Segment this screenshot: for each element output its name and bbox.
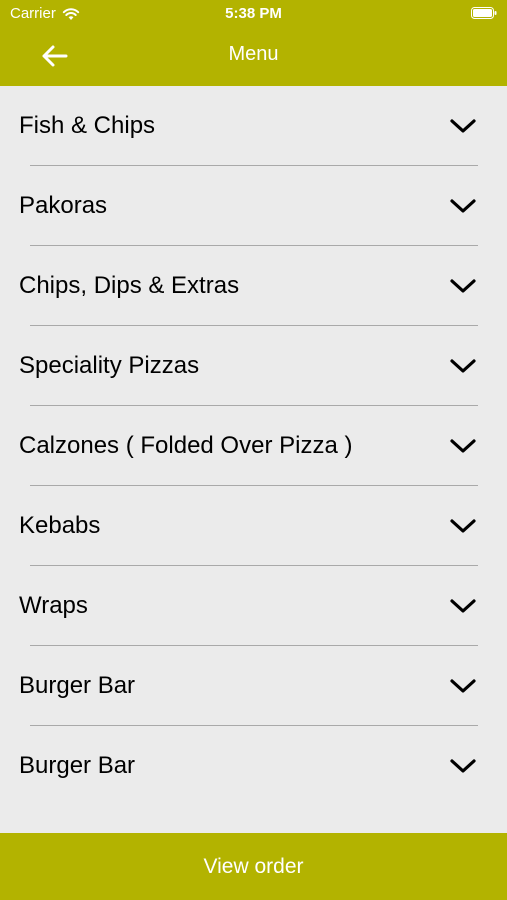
menu-category-label: Calzones ( Folded Over Pizza ) [19, 432, 353, 459]
menu-category-calzones[interactable]: Calzones ( Folded Over Pizza ) [0, 406, 507, 486]
chevron-down-icon [450, 599, 476, 613]
view-order-button[interactable]: View order [0, 833, 507, 900]
menu-category-label: Wraps [19, 592, 88, 619]
status-bar: Carrier 5:38 PM [0, 0, 507, 28]
status-time: 5:38 PM [225, 5, 282, 22]
menu-category-burger-bar-2[interactable]: Burger Bar [0, 726, 507, 806]
menu-category-label: Chips, Dips & Extras [19, 272, 240, 299]
chevron-down-icon [450, 119, 476, 133]
menu-category-label: Kebabs [19, 512, 101, 539]
menu-category-label: Burger Bar [19, 672, 136, 699]
menu-category-speciality-pizzas[interactable]: Speciality Pizzas [0, 326, 507, 406]
menu-category-label: Fish & Chips [19, 112, 156, 139]
chevron-down-icon [450, 279, 476, 293]
menu-category-label: Speciality Pizzas [19, 352, 200, 379]
menu-category-chips-dips-extras[interactable]: Chips, Dips & Extras [0, 246, 507, 326]
menu-category-label: Burger Bar [19, 752, 136, 779]
chevron-down-icon [450, 199, 476, 213]
menu-list: Fish & Chips Pakoras Chips, Dips & Extra… [0, 86, 507, 806]
navigation-bar: Menu [0, 28, 507, 86]
menu-category-kebabs[interactable]: Kebabs [0, 486, 507, 566]
menu-category-fish-chips[interactable]: Fish & Chips [0, 86, 507, 166]
page-title: Menu [228, 43, 279, 65]
chevron-down-icon [450, 679, 476, 693]
chevron-down-icon [450, 519, 476, 533]
menu-category-label: Pakoras [19, 192, 108, 219]
header: Carrier 5:38 PM Menu [0, 0, 507, 86]
chevron-down-icon [450, 759, 476, 773]
menu-category-pakoras[interactable]: Pakoras [0, 166, 507, 246]
chevron-down-icon [450, 439, 476, 453]
chevron-down-icon [450, 359, 476, 373]
menu-category-burger-bar[interactable]: Burger Bar [0, 646, 507, 726]
menu-category-wraps[interactable]: Wraps [0, 566, 507, 646]
battery-icon [471, 7, 497, 19]
